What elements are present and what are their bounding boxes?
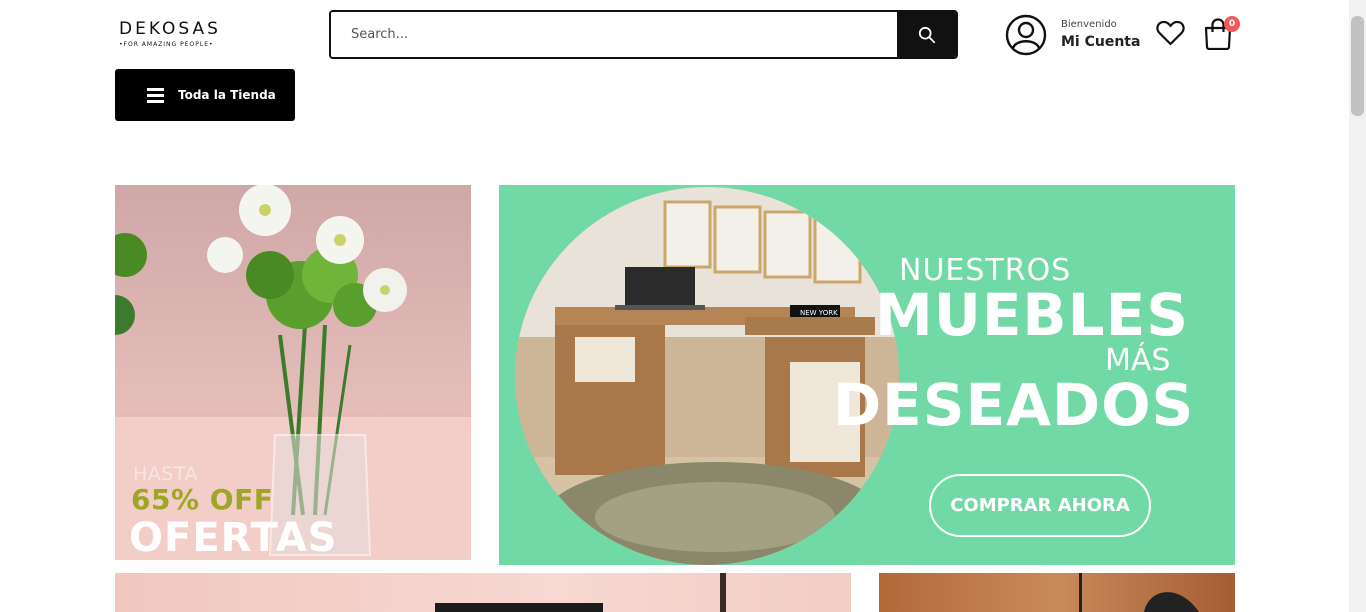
account-text: Bienvenido Mi Cuenta: [1061, 19, 1140, 51]
bottom-banner-left[interactable]: [115, 573, 851, 612]
search-input[interactable]: [331, 12, 897, 57]
cart-button[interactable]: 0: [1204, 16, 1240, 55]
page: DEKOSAS •FOR AMAZING PEOPLE• Bienvenido …: [0, 0, 1366, 612]
headline-line-2: MUEBLES: [875, 281, 1189, 349]
wishlist-button[interactable]: [1156, 20, 1185, 51]
cart-count-badge: 0: [1224, 16, 1240, 32]
furniture-banner[interactable]: NEW YORK NUESTROS MUEBLES MÁS DESEADOS C…: [499, 185, 1235, 565]
menu-label: Toda la Tienda: [178, 88, 276, 102]
account-title: Mi Cuenta: [1061, 34, 1141, 50]
account-greeting: Bienvenido: [1061, 19, 1117, 30]
search-icon: [918, 26, 935, 43]
lamp-image: [1079, 573, 1199, 612]
logo-name: DEKOSAS: [119, 19, 221, 39]
promo-upto-text: HASTA: [133, 463, 198, 485]
heart-icon: [1156, 20, 1185, 46]
laptop-image: [435, 573, 726, 612]
user-circle-icon: [1005, 14, 1047, 56]
book-label: NEW YORK: [800, 309, 838, 317]
search-button[interactable]: [897, 12, 956, 57]
hamburger-icon: [147, 87, 164, 103]
offers-banner[interactable]: HASTA 65% OFF OFERTAS: [115, 185, 471, 560]
scrollbar-thumb[interactable]: [1351, 16, 1364, 116]
account-link[interactable]: Bienvenido Mi Cuenta: [1005, 14, 1140, 56]
page-scrollbar[interactable]: [1349, 0, 1366, 612]
search-bar: [329, 10, 958, 59]
bottom-banner-right[interactable]: [879, 573, 1235, 612]
headline-line-4: DESEADOS: [833, 371, 1195, 439]
promo-offers-text: OFERTAS: [129, 515, 338, 560]
logo-tagline: •FOR AMAZING PEOPLE•: [119, 41, 214, 48]
all-store-menu-button[interactable]: Toda la Tienda: [115, 69, 295, 121]
promo-discount-text: 65% OFF: [131, 483, 274, 516]
buy-now-button[interactable]: COMPRAR AHORA: [929, 474, 1151, 537]
site-logo[interactable]: DEKOSAS •FOR AMAZING PEOPLE•: [119, 20, 234, 50]
